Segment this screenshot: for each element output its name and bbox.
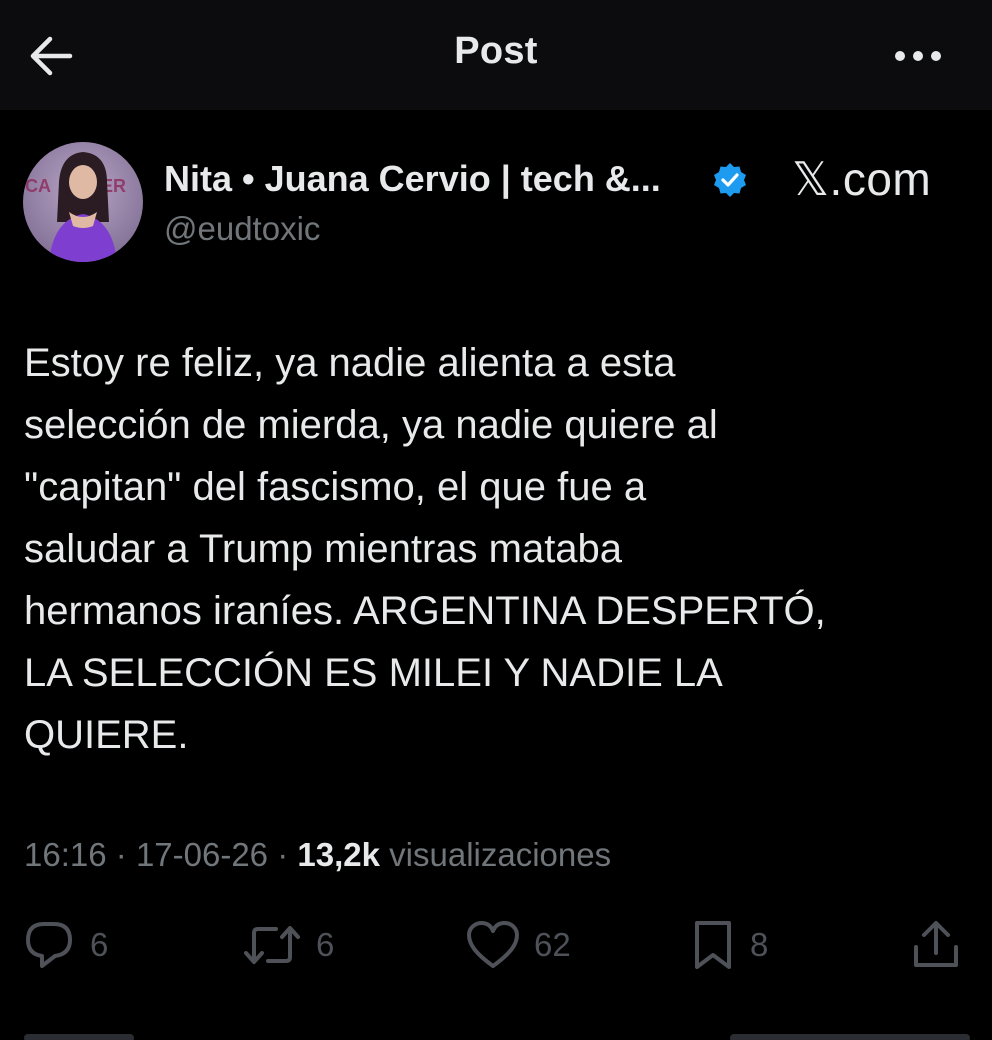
like-count: 62 bbox=[534, 926, 571, 963]
bookmark-icon bbox=[695, 921, 731, 969]
more-horizontal-icon bbox=[895, 51, 941, 61]
author-name[interactable]: Nita • Juana Cervio | tech &... bbox=[164, 158, 661, 200]
share-icon bbox=[914, 921, 958, 967]
view-label: visualizaciones bbox=[389, 836, 612, 873]
x-watermark: 𝕏.com bbox=[792, 153, 932, 205]
tweet-text: Estoy re feliz, ya nadie alienta a esta … bbox=[24, 341, 826, 757]
share-button[interactable] bbox=[910, 918, 962, 972]
more-button[interactable] bbox=[892, 44, 952, 68]
meta-separator: · bbox=[277, 836, 289, 873]
reply-button[interactable]: 6 bbox=[22, 918, 108, 972]
meta-separator: · bbox=[115, 836, 127, 873]
heart-icon bbox=[467, 921, 519, 968]
repost-icon bbox=[244, 926, 300, 964]
tweet-meta: 16:16 · 17-06-26 · 13,2k visualizaciones bbox=[24, 836, 611, 874]
like-button[interactable]: 62 bbox=[466, 918, 571, 972]
author-handle[interactable]: @eudtoxic bbox=[164, 210, 320, 248]
svg-text:CA: CA bbox=[25, 176, 51, 196]
verified-badge-icon bbox=[710, 160, 750, 200]
tweet-time[interactable]: 16:16 bbox=[24, 836, 107, 873]
avatar[interactable]: CA ER bbox=[23, 142, 143, 262]
peek-text bbox=[24, 1034, 134, 1040]
repost-button[interactable]: 6 bbox=[242, 918, 334, 972]
reply-count: 6 bbox=[90, 926, 109, 963]
avatar-image: CA ER bbox=[23, 142, 143, 262]
bookmark-button[interactable]: 8 bbox=[690, 918, 768, 972]
bottom-content-peek bbox=[0, 1020, 992, 1040]
peek-text bbox=[730, 1034, 970, 1040]
repost-count: 6 bbox=[316, 926, 335, 963]
bookmark-count: 8 bbox=[750, 926, 769, 963]
page-title: Post bbox=[454, 30, 538, 72]
top-bar: Post bbox=[0, 0, 992, 110]
reply-icon bbox=[26, 922, 72, 968]
tweet-date[interactable]: 17-06-26 bbox=[136, 836, 268, 873]
view-count[interactable]: 13,2k bbox=[297, 836, 380, 873]
